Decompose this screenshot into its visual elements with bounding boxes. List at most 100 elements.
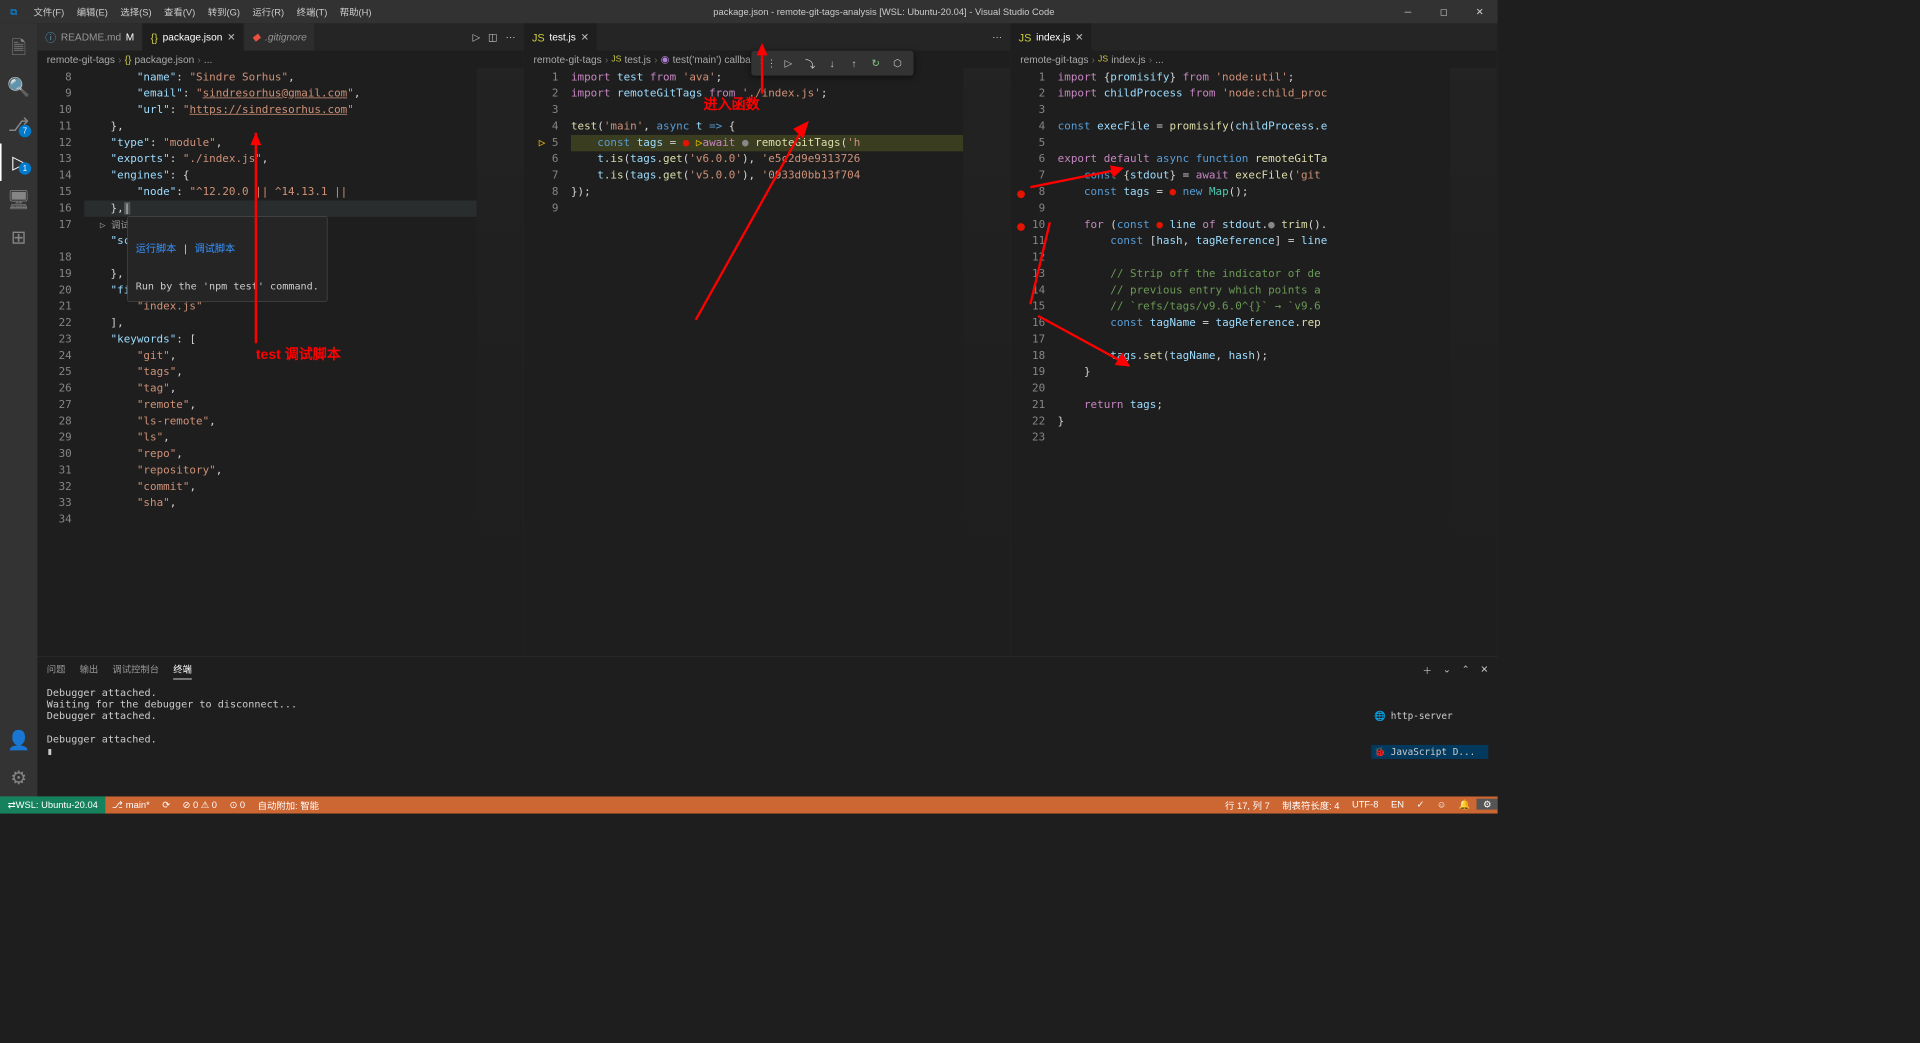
search-icon[interactable]: 🔍: [0, 69, 37, 106]
explorer-icon[interactable]: 🗎: [0, 31, 37, 68]
close-tab-icon[interactable]: ✕: [1075, 31, 1084, 43]
code-editor[interactable]: import {promisify} from 'node:util'; imp…: [1058, 68, 1450, 656]
js-icon: JS: [532, 31, 545, 43]
auto-attach[interactable]: 自动附加: 智能: [251, 796, 325, 813]
new-terminal-icon[interactable]: ＋: [1423, 664, 1432, 677]
breadcrumb[interactable]: remote-git-tags› JS index.js› ...: [1011, 51, 1497, 68]
problems-indicator[interactable]: ⊘ 0 ⚠ 0: [176, 796, 223, 813]
scm-badge: 7: [19, 125, 31, 137]
terminal-dropdown-icon[interactable]: ⌄: [1443, 664, 1451, 677]
minimap[interactable]: [963, 68, 1010, 656]
feedback-icon[interactable]: ☺: [1431, 798, 1453, 809]
debug-disconnect-icon[interactable]: ⬡: [888, 54, 907, 73]
editor-group-3: JSindex.js✕ remote-git-tags› JS index.js…: [1011, 23, 1498, 656]
extensions-icon[interactable]: ⊞: [0, 218, 37, 255]
git-branch[interactable]: ⎇ main*: [106, 796, 156, 813]
menu-go[interactable]: 转到(G): [201, 5, 246, 18]
prettier-icon[interactable]: ✓: [1410, 798, 1430, 809]
language-mode[interactable]: EN: [1385, 798, 1410, 809]
line-numbers: 8910111213141516171819202122232425262728…: [37, 68, 84, 656]
debug-script-link[interactable]: 调试脚本: [195, 243, 236, 255]
status-bar: ⇄ WSL: Ubuntu-20.04 ⎇ main* ⟳ ⊘ 0 ⚠ 0 ⊙ …: [0, 796, 1498, 813]
title-bar: ⧉ 文件(F) 编辑(E) 选择(S) 查看(V) 转到(G) 运行(R) 终端…: [0, 0, 1498, 23]
tab-size[interactable]: 制表符长度: 4: [1276, 798, 1346, 811]
editor-group-2: ⋮⋮ ▷ ⤵ ↓ ↑ ↻ ⬡ JStest.js✕ ⋯ remote-git-t…: [524, 23, 1011, 656]
terminal-item-js-debug[interactable]: 🐞JavaScript D...: [1371, 745, 1488, 759]
json-icon: {}: [151, 31, 158, 43]
debug-step-out-icon[interactable]: ↑: [845, 54, 864, 73]
minimap[interactable]: [477, 68, 524, 656]
run-file-icon[interactable]: ▷: [472, 31, 480, 43]
window-title: package.json - remote-git-tags-analysis …: [378, 6, 1390, 17]
ports-indicator[interactable]: ⊙ 0: [223, 796, 251, 813]
split-editor-icon[interactable]: ◫: [488, 31, 498, 43]
codelens-hover: 运行脚本 | 调试脚本 Run by the 'npm test' comman…: [127, 216, 327, 302]
breadcrumb[interactable]: remote-git-tags› {}package.json› ...: [37, 51, 523, 68]
menu-view[interactable]: 查看(V): [158, 5, 202, 18]
tab-test-js[interactable]: JStest.js✕: [524, 23, 597, 50]
remote-wsl-indicator[interactable]: ⇄ WSL: Ubuntu-20.04: [0, 796, 106, 813]
terminal-output[interactable]: Debugger attached. Waiting for the debug…: [47, 687, 1371, 793]
close-panel-icon[interactable]: ✕: [1480, 664, 1488, 677]
tab-gitignore[interactable]: ◆.gitignore: [244, 23, 315, 50]
run-script-link[interactable]: 运行脚本: [136, 243, 177, 255]
menu-help[interactable]: 帮助(H): [334, 5, 378, 18]
bug-icon: 🐞: [1374, 746, 1386, 757]
close-tab-icon[interactable]: ✕: [227, 31, 236, 43]
debug-step-over-icon[interactable]: ⤵: [801, 54, 820, 73]
minimize-button[interactable]: ─: [1390, 0, 1426, 23]
menu-file[interactable]: 文件(F): [27, 5, 70, 18]
terminal-panel: 问题 输出 调试控制台 终端 ＋ ⌄ ⌃ ✕ Debugger attached…: [37, 656, 1497, 796]
menu-bar: 文件(F) 编辑(E) 选择(S) 查看(V) 转到(G) 运行(R) 终端(T…: [27, 5, 377, 18]
cursor-position[interactable]: 行 17, 列 7: [1219, 798, 1276, 811]
more-actions-icon[interactable]: ⋯: [505, 31, 515, 43]
debug-continue-icon[interactable]: ▷: [779, 54, 798, 73]
menu-run[interactable]: 运行(R): [246, 5, 290, 18]
source-control-icon[interactable]: ⎇7: [0, 106, 37, 143]
editor-group-1: ⓘREADME.mdM {}package.json✕ ◆.gitignore …: [37, 23, 524, 656]
debug-restart-icon[interactable]: ↻: [866, 54, 885, 73]
tab-package-json[interactable]: {}package.json✕: [143, 23, 244, 50]
panel-tab-output[interactable]: 输出: [80, 662, 99, 678]
notifications-icon[interactable]: 🔔: [1453, 798, 1477, 809]
code-editor[interactable]: "name": "Sindre Sorhus", "email": "sindr…: [84, 68, 476, 656]
activity-bar: 🗎 🔍 ⎇7 ▷1 🖥 ⊞ 👤 ⚙: [0, 23, 37, 796]
line-numbers: 1234567891011121314151617181920212223: [1011, 68, 1058, 656]
maximize-button[interactable]: ◻: [1426, 0, 1462, 23]
panel-tab-terminal[interactable]: 终端: [173, 662, 192, 679]
terminal-list: 🌐http-server 🐞JavaScript D...: [1371, 687, 1488, 793]
encoding[interactable]: UTF-8: [1346, 798, 1385, 809]
sync-button[interactable]: ⟳: [156, 796, 176, 813]
menu-edit[interactable]: 编辑(E): [70, 5, 114, 18]
debug-drag-handle[interactable]: ⋮⋮: [757, 54, 776, 73]
debug-toolbar: ⋮⋮ ▷ ⤵ ↓ ↑ ↻ ⬡: [751, 51, 913, 76]
menu-terminal[interactable]: 终端(T): [290, 5, 333, 18]
codelens-debug[interactable]: ▷ 调试: [84, 219, 130, 230]
globe-icon: 🌐: [1374, 711, 1386, 722]
breakpoint-icon[interactable]: [1017, 223, 1025, 231]
breakpoint-icon[interactable]: [1017, 190, 1025, 198]
debug-badge: 1: [19, 162, 31, 174]
panel-tab-problems[interactable]: 问题: [47, 662, 66, 678]
code-editor[interactable]: import test from 'ava'; import remoteGit…: [571, 68, 963, 656]
account-icon[interactable]: 👤: [0, 722, 37, 759]
tab-readme[interactable]: ⓘREADME.mdM: [37, 23, 142, 50]
close-window-button[interactable]: ✕: [1462, 0, 1498, 23]
minimap[interactable]: [1450, 68, 1497, 656]
settings-gear-icon[interactable]: ⚙: [0, 759, 37, 796]
settings-icon[interactable]: ⚙: [1477, 798, 1498, 809]
debug-step-into-icon[interactable]: ↓: [823, 54, 842, 73]
maximize-panel-icon[interactable]: ⌃: [1462, 664, 1470, 677]
close-tab-icon[interactable]: ✕: [581, 31, 590, 43]
js-icon: JS: [1019, 31, 1032, 43]
tab-index-js[interactable]: JSindex.js✕: [1011, 23, 1092, 50]
menu-select[interactable]: 选择(S): [114, 5, 158, 18]
remote-explorer-icon[interactable]: 🖥: [0, 181, 37, 218]
vscode-logo: ⧉: [0, 6, 27, 18]
more-actions-icon[interactable]: ⋯: [992, 31, 1002, 43]
panel-tab-debug-console[interactable]: 调试控制台: [112, 662, 159, 678]
run-debug-icon[interactable]: ▷1: [0, 144, 37, 181]
info-icon: ⓘ: [45, 29, 56, 45]
terminal-item-http[interactable]: 🌐http-server: [1371, 709, 1488, 723]
git-icon: ◆: [252, 30, 260, 43]
